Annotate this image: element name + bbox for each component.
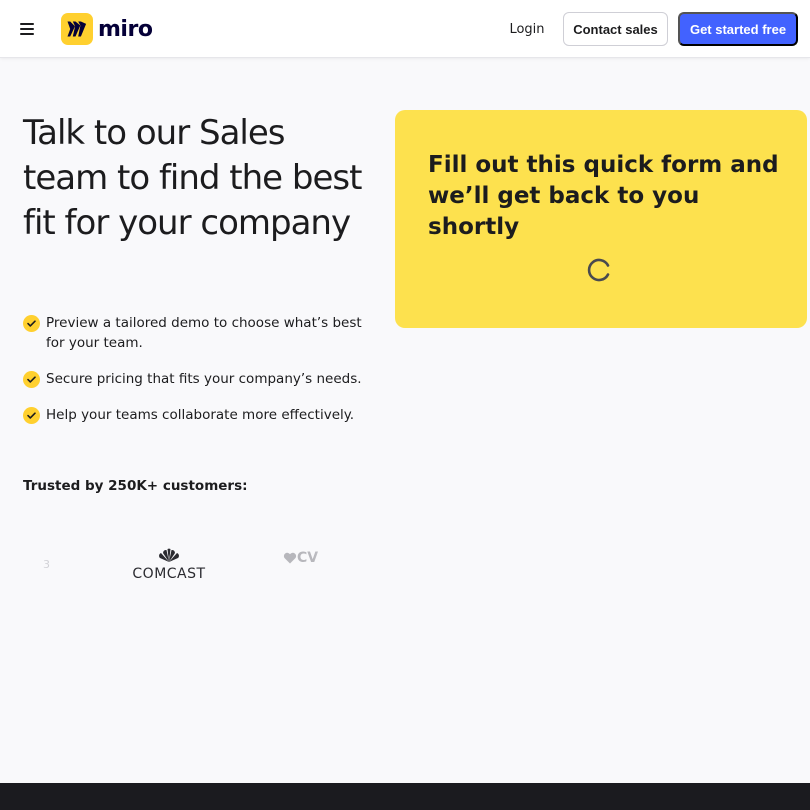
loading-spinner-icon [587,258,610,282]
benefit-text: Help your teams collaborate more effecti… [46,407,355,423]
form-title: Fill out this quick form and we’ll get b… [428,152,779,240]
list-item: Preview a tailored demo to choose what’s… [23,313,363,353]
carousel-fade-left [23,530,63,590]
contact-form-card: Fill out this quick form and we’ll get b… [395,110,807,328]
menu-icon-line [20,33,34,35]
list-item: Help your teams collaborate more effecti… [23,405,363,425]
benefits-list: Preview a tailored demo to choose what’s… [23,313,363,425]
benefit-text: Secure pricing that fits your company’s … [46,371,362,387]
login-link[interactable]: Login [504,13,550,45]
menu-icon-line [20,28,34,30]
menu-icon[interactable] [18,20,38,38]
site-header: miro Login Contact sales Get started fre… [0,0,810,58]
miro-logo-icon [61,13,93,45]
trusted-label: Trusted by 250K+ customers: [23,478,248,494]
customer-logos-carousel: 3 COMCAST CV [23,530,353,590]
contact-sales-button[interactable]: Contact sales [563,12,668,46]
comcast-wordmark: COMCAST [132,566,206,582]
logo-wordmark: miro [98,16,153,42]
get-started-button[interactable]: Get started free [678,12,798,46]
check-icon [23,315,40,332]
page-title: Talk to our Sales team to find the best … [23,113,362,243]
footer-bar [0,783,810,810]
menu-icon-line [20,23,34,25]
check-icon [23,407,40,424]
benefit-text: Preview a tailored demo to choose what’s… [46,315,362,351]
miro-logo[interactable]: miro [61,13,153,45]
heart-icon [283,552,297,564]
comcast-logo: COMCAST [127,542,211,582]
list-item: Secure pricing that fits your company’s … [23,369,363,389]
carousel-fade-right [313,530,353,590]
peacock-icon [159,548,179,562]
check-icon [23,371,40,388]
